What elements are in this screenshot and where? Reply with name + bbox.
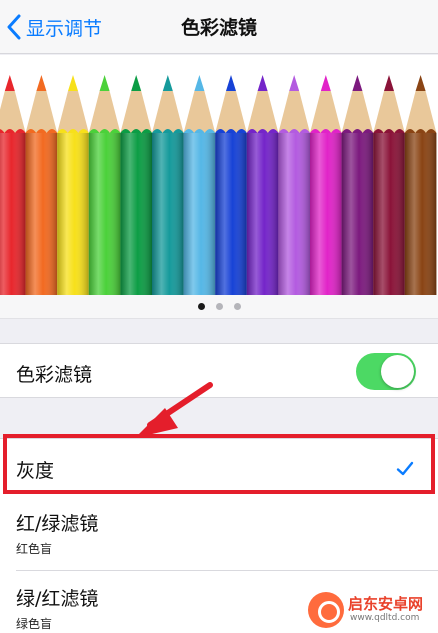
toggle-knob (381, 355, 414, 388)
site-watermark: 启东安卓网 www.qdltd.com (308, 592, 436, 630)
pencil-8 (215, 75, 247, 295)
watermark-logo-icon (308, 592, 344, 628)
color-filter-toggle[interactable] (356, 353, 416, 390)
watermark-brand: 启东安卓网 (348, 595, 424, 613)
pencil-13 (373, 75, 405, 295)
page-title: 色彩滤镜 (180, 17, 257, 39)
colored-pencils-image (0, 75, 437, 295)
annotation-highlight-box (3, 434, 435, 494)
option-red-green-subtitle: 红色盲 (16, 542, 53, 556)
pencil-3 (57, 75, 89, 295)
pencil-14 (404, 75, 437, 295)
page-indicator[interactable] (0, 295, 438, 319)
page-dot-2 (215, 303, 223, 310)
pencil-2 (25, 75, 58, 295)
navigation-bar: 显示调节 色彩滤镜 (0, 0, 438, 54)
color-filter-label: 色彩滤镜 (16, 364, 93, 386)
pencil-7 (183, 75, 216, 295)
option-green-red-subtitle: 绿色盲 (16, 617, 53, 631)
page-dot-3 (233, 303, 241, 310)
option-red-green[interactable]: 红/绿滤镜 红色盲 (0, 496, 438, 571)
pencil-4 (88, 75, 121, 295)
page-dot-1 (197, 303, 205, 310)
color-filter-row: 色彩滤镜 (0, 343, 438, 398)
pencil-11 (310, 75, 342, 295)
pencil-5 (120, 75, 152, 295)
pencil-12 (341, 75, 374, 295)
option-red-green-label: 红/绿滤镜 (16, 513, 99, 535)
pencil-1 (0, 75, 26, 295)
pencil-9 (246, 75, 279, 295)
option-green-red-label: 绿/红滤镜 (16, 588, 99, 610)
watermark-url: www.qdltd.com (350, 613, 420, 623)
color-filter-preview[interactable] (0, 55, 438, 295)
pencil-6 (152, 75, 184, 295)
pencil-10 (278, 75, 310, 295)
